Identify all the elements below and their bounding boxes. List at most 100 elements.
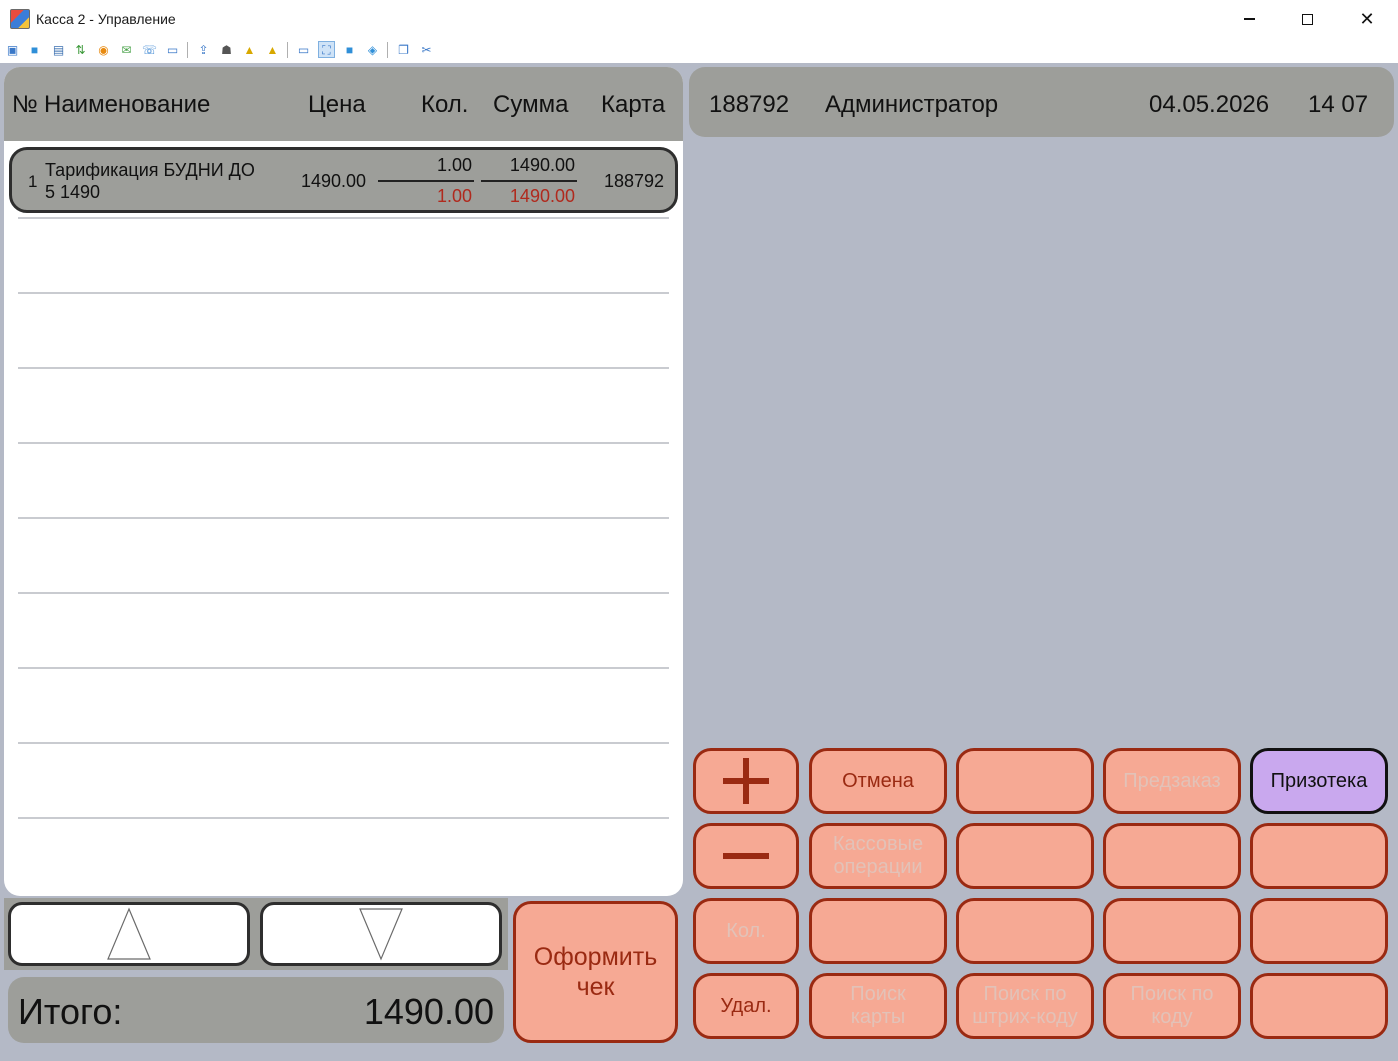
current-card: 188792 xyxy=(709,91,790,118)
preorder-button[interactable]: Предзаказ xyxy=(1103,748,1241,814)
delete-button[interactable]: Удал. xyxy=(693,973,799,1039)
minimize-icon xyxy=(1243,18,1255,20)
checkout-label: Оформить чек xyxy=(533,943,658,1001)
total-label: Итого: xyxy=(18,991,123,1032)
quantity-button[interactable]: Кол. xyxy=(693,898,799,964)
current-time: 14 07 xyxy=(1308,91,1369,118)
tools-icon[interactable]: ✂ xyxy=(418,41,435,58)
triangle-up-icon xyxy=(107,907,151,960)
cancel-label: Отмена xyxy=(842,769,914,792)
current-date: 04.05.2026 xyxy=(1149,91,1270,118)
row-divider xyxy=(18,292,669,294)
row-divider xyxy=(18,442,669,444)
quantity-label: Кол. xyxy=(726,919,766,942)
app-icon xyxy=(10,9,30,29)
row-qty: 1.00 xyxy=(436,155,472,175)
monitor-icon[interactable]: ■ xyxy=(26,41,43,58)
row-divider xyxy=(18,367,669,369)
scroll-down-button[interactable] xyxy=(260,902,502,966)
copy-icon[interactable]: ❐ xyxy=(395,41,412,58)
phone-icon[interactable]: ☏ xyxy=(141,41,158,58)
find-card-label: Поиск карты xyxy=(850,983,906,1028)
find-code-label: Поиск по коду xyxy=(1130,983,1214,1028)
table-row[interactable]: 1 Тарификация БУДНИ ДО 5 1490 1490.00 1.… xyxy=(9,147,678,213)
app-area: № Наименование Цена Кол. Сумма Карта 1 Т… xyxy=(0,63,1398,1061)
total-box: Итого: 1490.00 xyxy=(8,977,504,1043)
unlock-icon[interactable]: ▲ xyxy=(264,41,281,58)
row-divider xyxy=(18,517,669,519)
screen-icon[interactable]: ■ xyxy=(341,41,358,58)
terminal-icon[interactable]: ▤ xyxy=(50,41,67,58)
empty-key[interactable] xyxy=(1250,823,1388,889)
chat-icon[interactable]: ✉ xyxy=(118,41,135,58)
divider xyxy=(378,180,474,182)
plus-button[interactable] xyxy=(693,748,799,814)
minus-icon xyxy=(723,853,769,859)
scroll-controls xyxy=(4,898,508,970)
row-name: Тарификация БУДНИ ДО 5 1490 xyxy=(45,160,255,202)
find-card-button[interactable]: Поиск карты xyxy=(809,973,947,1039)
expand-icon[interactable]: ◈ xyxy=(364,41,381,58)
sync-icon[interactable]: ⇅ xyxy=(72,41,89,58)
row-price: 1490.00 xyxy=(301,171,367,191)
checkout-button[interactable]: Оформить чек xyxy=(513,901,678,1043)
upload-icon[interactable]: ⇪ xyxy=(195,41,212,58)
window-title: Касса 2 - Управление xyxy=(36,11,176,27)
empty-key[interactable] xyxy=(809,898,947,964)
find-barcode-label: Поиск по штрих-коду xyxy=(972,983,1078,1028)
cancel-button[interactable]: Отмена xyxy=(809,748,947,814)
message-icon[interactable]: ▭ xyxy=(164,41,181,58)
minimize-button[interactable] xyxy=(1220,0,1278,38)
cash-operations-label: Кассовые операции xyxy=(832,833,924,878)
empty-key[interactable] xyxy=(1250,898,1388,964)
cash-operations-button[interactable]: Кассовые операции xyxy=(809,823,947,889)
close-icon: ✕ xyxy=(1359,8,1375,29)
plus-icon xyxy=(723,758,769,804)
users-icon[interactable]: ☗ xyxy=(218,41,235,58)
divider xyxy=(481,180,577,182)
order-list: № Наименование Цена Кол. Сумма Карта 1 Т… xyxy=(4,67,683,896)
find-barcode-button[interactable]: Поиск по штрих-коду xyxy=(956,973,1094,1039)
column-price: Цена xyxy=(308,91,366,118)
toolbar-separator xyxy=(187,42,188,58)
row-divider xyxy=(18,592,669,594)
row-divider xyxy=(18,217,669,219)
column-card: Карта xyxy=(601,91,666,118)
total-value: 1490.00 xyxy=(363,991,494,1032)
preorder-label: Предзаказ xyxy=(1123,769,1221,792)
empty-key[interactable] xyxy=(1103,898,1241,964)
row-sum: 1490.00 xyxy=(509,155,575,175)
order-header: № Наименование Цена Кол. Сумма Карта xyxy=(4,67,683,141)
save-icon[interactable]: ▣ xyxy=(4,41,21,58)
row-divider xyxy=(18,742,669,744)
info-bar: 188792 Администратор 04.05.2026 14 07 xyxy=(689,67,1394,137)
empty-key[interactable] xyxy=(1250,973,1388,1039)
prize-label: Призотека xyxy=(1270,769,1368,792)
window-icon[interactable]: ▭ xyxy=(295,41,312,58)
find-code-button[interactable]: Поиск по коду xyxy=(1103,973,1241,1039)
row-sum-confirmed: 1490.00 xyxy=(509,186,575,206)
empty-key[interactable] xyxy=(1103,823,1241,889)
delete-label: Удал. xyxy=(720,994,772,1017)
lock-icon[interactable]: ▲ xyxy=(241,41,258,58)
minus-button[interactable] xyxy=(693,823,799,889)
row-qty-confirmed: 1.00 xyxy=(436,186,472,206)
clock-icon[interactable]: ◉ xyxy=(95,41,112,58)
empty-key[interactable] xyxy=(956,748,1094,814)
toolbar-separator xyxy=(287,42,288,58)
row-divider xyxy=(18,667,669,669)
column-sum: Сумма xyxy=(493,91,569,118)
column-num: № xyxy=(12,91,38,118)
empty-key[interactable] xyxy=(956,823,1094,889)
empty-key[interactable] xyxy=(956,898,1094,964)
scroll-up-button[interactable] xyxy=(8,902,250,966)
triangle-down-icon xyxy=(359,908,403,961)
toolbar-separator xyxy=(387,42,388,58)
row-divider xyxy=(18,817,669,819)
maximize-button[interactable] xyxy=(1278,0,1336,38)
current-user: Администратор xyxy=(825,91,999,118)
close-button[interactable]: ✕ xyxy=(1338,0,1396,38)
fullscreen-icon[interactable]: ⛶ xyxy=(318,41,335,58)
prize-button[interactable]: Призотека xyxy=(1250,748,1388,814)
title-bar: Касса 2 - Управление ✕ xyxy=(0,0,1398,38)
